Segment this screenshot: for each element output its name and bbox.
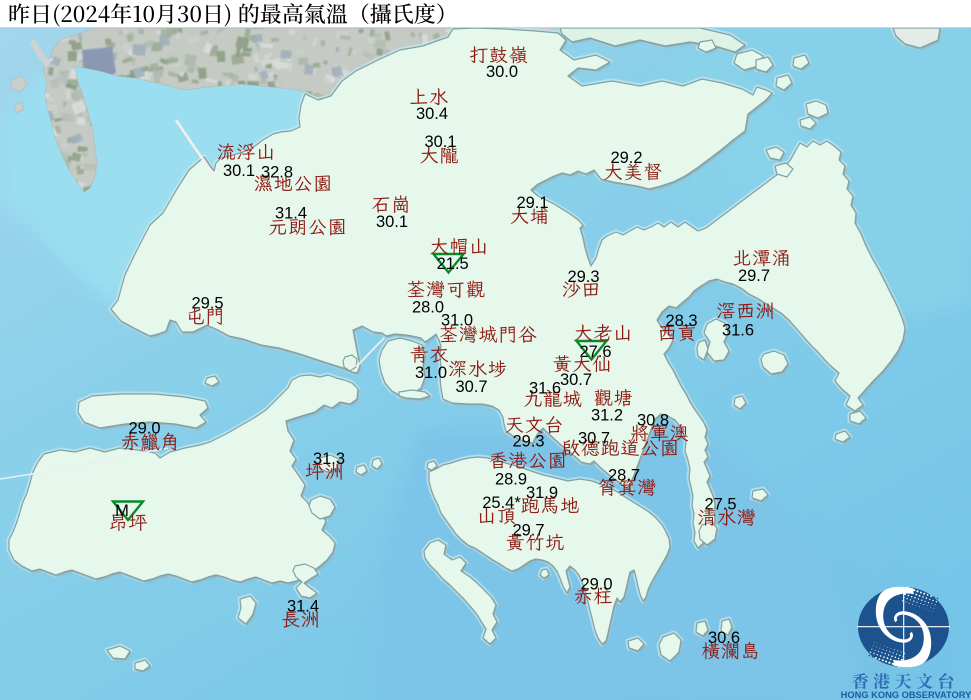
svg-text:HONG KONG OBSERVATORY: HONG KONG OBSERVATORY (841, 690, 971, 700)
svg-text:29.0: 29.0 (128, 420, 160, 438)
svg-text:28.0: 28.0 (412, 299, 444, 317)
svg-text:31.0: 31.0 (441, 312, 473, 330)
svg-text:27.5: 27.5 (704, 496, 736, 514)
svg-text:30.7: 30.7 (560, 371, 592, 389)
svg-text:30.4: 30.4 (416, 105, 448, 123)
svg-text:28.9: 28.9 (495, 471, 527, 489)
svg-text:28.7: 28.7 (608, 467, 640, 485)
svg-text:M: M (115, 502, 129, 520)
svg-text:30.1: 30.1 (424, 133, 456, 151)
svg-text:31.6: 31.6 (722, 322, 754, 340)
svg-text:31.6: 31.6 (529, 380, 561, 398)
svg-text:29.3: 29.3 (567, 268, 599, 286)
svg-text:27.6: 27.6 (579, 343, 611, 361)
svg-text:30.7: 30.7 (455, 378, 487, 396)
svg-text:30.1: 30.1 (223, 162, 255, 180)
svg-text:29.0: 29.0 (580, 576, 612, 594)
svg-text:29.5: 29.5 (191, 295, 223, 313)
svg-text:29.3: 29.3 (512, 433, 544, 451)
svg-text:30.8: 30.8 (637, 412, 669, 430)
svg-text:30.0: 30.0 (486, 63, 518, 81)
svg-text:31.9: 31.9 (526, 484, 558, 502)
svg-text:31.4: 31.4 (287, 598, 319, 616)
svg-text:30.7: 30.7 (578, 430, 610, 448)
svg-text:29.1: 29.1 (516, 194, 548, 212)
svg-text:32.8: 32.8 (261, 164, 293, 182)
svg-text:29.7: 29.7 (738, 267, 770, 285)
svg-text:29.7: 29.7 (512, 522, 544, 540)
svg-text:29.2: 29.2 (610, 149, 642, 167)
svg-text:21.5: 21.5 (437, 255, 469, 273)
svg-text:30.1: 30.1 (376, 213, 408, 231)
svg-text:31.3: 31.3 (313, 450, 345, 468)
svg-text:25.4*: 25.4* (482, 494, 521, 512)
svg-text:31.2: 31.2 (591, 407, 623, 425)
svg-text:30.6: 30.6 (708, 629, 740, 647)
svg-text:28.3: 28.3 (665, 312, 697, 330)
svg-text:31.4: 31.4 (275, 205, 307, 223)
svg-text:31.0: 31.0 (415, 364, 447, 382)
